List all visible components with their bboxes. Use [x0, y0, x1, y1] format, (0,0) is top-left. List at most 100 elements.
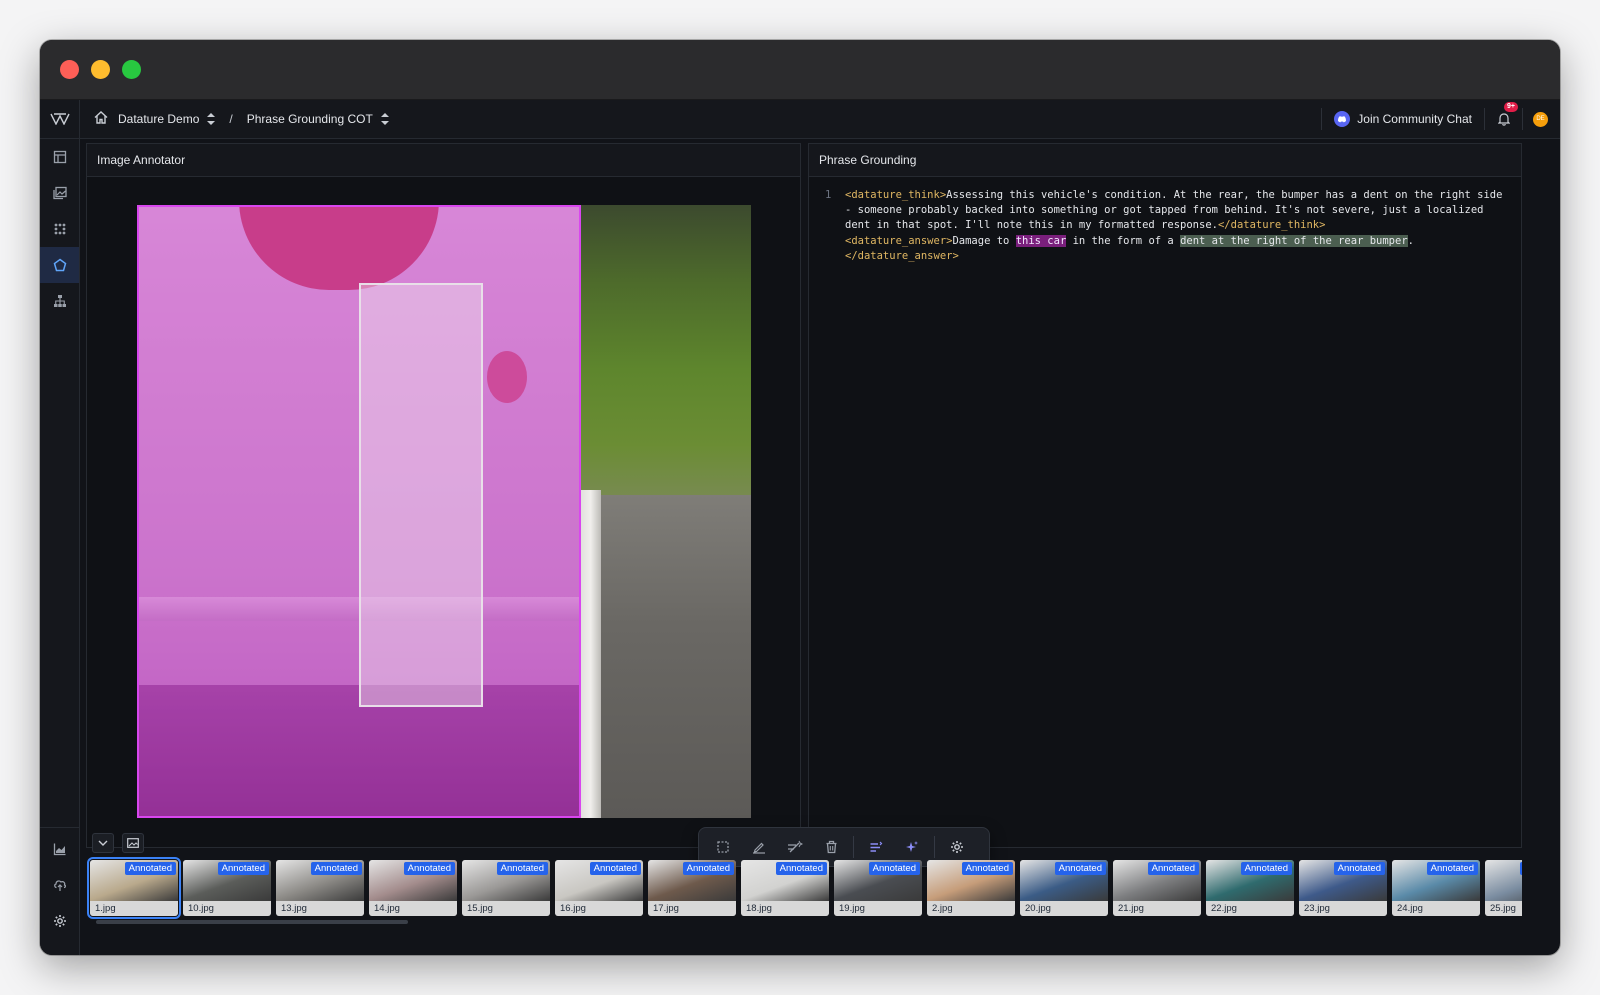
project-selector[interactable]: Datature Demo: [118, 112, 216, 126]
cloud-upload-icon: [53, 880, 66, 891]
chevron-down-icon: [98, 840, 108, 846]
sidebar: [40, 139, 80, 955]
thumbnail-image: [1485, 860, 1522, 901]
notification-count-badge: 9+: [1504, 102, 1518, 112]
notifications-button[interactable]: 9+: [1485, 102, 1523, 130]
toolbar-divider: [934, 836, 935, 858]
annotated-badge: Annotated: [403, 862, 455, 875]
sidebar-item-tags[interactable]: [40, 211, 79, 247]
sparkle-icon: [906, 841, 918, 852]
collapse-filmstrip-button[interactable]: [92, 833, 114, 853]
image-filmstrip: Annotated 1.jpg Annotated 10.jpg Annotated 13…: [86, 857, 1522, 925]
thumbnail-item[interactable]: Annotated 10.jpg: [183, 860, 271, 916]
thumbnail-filename: 20.jpg: [1020, 901, 1108, 916]
annotated-badge: Annotated: [1240, 862, 1292, 875]
maximize-window-button[interactable]: [122, 60, 141, 79]
thumbnail-item[interactable]: Annotated 20.jpg: [1020, 860, 1108, 916]
annotated-badge: Annotated: [1333, 862, 1385, 875]
thumbnail-filename: 23.jpg: [1299, 901, 1387, 916]
annotated-badge: Annotated: [589, 862, 641, 875]
datature-logo-icon[interactable]: [40, 99, 80, 139]
grounded-phrase-dent[interactable]: dent at the right of the rear bumper: [1180, 234, 1408, 247]
filmstrip-scrollbar[interactable]: [90, 920, 1520, 924]
layout-icon: [53, 150, 66, 164]
thumbnail-item[interactable]: Annotated 1.jpg: [87, 857, 181, 919]
sidebar-item-overview[interactable]: [40, 139, 79, 175]
thumbnail-item[interactable]: Annotated 23.jpg: [1299, 860, 1387, 916]
thumbnail-item[interactable]: Annotated 15.jpg: [462, 860, 550, 916]
brush-icon: [753, 842, 765, 854]
annotation-canvas[interactable]: [137, 205, 751, 818]
thumbnail-item[interactable]: Annotated 14.jpg: [369, 860, 457, 916]
workflow-name: Phrase Grounding COT: [246, 112, 373, 126]
workflow-selector[interactable]: Phrase Grounding COT: [247, 112, 389, 126]
thumbnail-item[interactable]: Annotated 13.jpg: [276, 860, 364, 916]
answer-text-pre: Damage to: [952, 234, 1016, 247]
thumbnail-item[interactable]: Annotated 17.jpg: [648, 860, 736, 916]
annotated-badge: Annotated: [1147, 862, 1199, 875]
thumbnail-filename: 24.jpg: [1392, 901, 1480, 916]
close-window-button[interactable]: [60, 60, 79, 79]
image-annotator-title: Image Annotator: [87, 144, 800, 177]
thumbnail-filename: 15.jpg: [462, 901, 550, 916]
grounded-phrase-car[interactable]: this car: [1015, 234, 1067, 247]
background-grass: [581, 205, 751, 505]
sidebar-divider: [40, 827, 79, 828]
toolbar-divider: [853, 836, 854, 858]
annotated-badge: Annotated: [1426, 862, 1478, 875]
annotated-badge: Annotated: [682, 862, 734, 875]
home-icon[interactable]: [94, 111, 108, 127]
polygon-icon: [53, 258, 66, 272]
thumbnail-filename: 13.jpg: [276, 901, 364, 916]
thumbnail-filename: 22.jpg: [1206, 901, 1294, 916]
annotated-badge: Annotated: [217, 862, 269, 875]
annotated-badge: Annotated: [1054, 862, 1106, 875]
thumbnail-filename: 19.jpg: [834, 901, 922, 916]
avatar[interactable]: DE: [1533, 111, 1548, 127]
annotated-badge: Annotated: [1519, 862, 1522, 875]
phrase-grounding-panel: Phrase Grounding 1 <datature_think>Asses…: [808, 143, 1522, 848]
sidebar-item-settings[interactable]: [40, 903, 79, 939]
hierarchy-icon: [53, 295, 66, 307]
thumbnail-filename: 17.jpg: [648, 901, 736, 916]
think-open-tag: <datature_think>: [845, 189, 947, 201]
trash-icon: [826, 840, 836, 854]
thumbnail-item[interactable]: Annotated 2.jpg: [927, 860, 1015, 916]
images-icon: [52, 186, 67, 200]
image-annotator-panel: Image Annotator: [86, 143, 801, 848]
annotated-badge: Annotated: [124, 862, 176, 875]
thumbnail-item[interactable]: Annotated 18.jpg: [741, 860, 829, 916]
sidebar-item-workflow[interactable]: [40, 283, 79, 319]
sidebar-item-analytics[interactable]: [40, 831, 79, 867]
thumbnail-filename: 25.jpg: [1485, 901, 1522, 916]
image-view-button[interactable]: [122, 833, 144, 853]
image-icon: [127, 838, 139, 848]
thumbnail-item[interactable]: Annotated 19.jpg: [834, 860, 922, 916]
thumbnail-item[interactable]: Annotated 16.jpg: [555, 860, 643, 916]
thumbnail-item[interactable]: Annotated 24.jpg: [1392, 860, 1480, 916]
filmstrip-scroll-thumb[interactable]: [96, 920, 408, 924]
thumbnail-item[interactable]: Annotated 21.jpg: [1113, 860, 1201, 916]
answer-close-tag: </datature_answer>: [845, 249, 959, 262]
breadcrumb-separator: /: [229, 112, 233, 126]
project-name: Datature Demo: [118, 112, 200, 126]
minimize-window-button[interactable]: [91, 60, 110, 79]
thumbnail-filename: 1.jpg: [90, 901, 178, 916]
dent-bounding-box[interactable]: [359, 283, 483, 707]
title-bar: [40, 40, 1560, 100]
thumbnail-item[interactable]: Annotated 22.jpg: [1206, 860, 1294, 916]
grounding-text-editor[interactable]: 1 <datature_think>Assessing this vehicle…: [819, 188, 1509, 264]
join-community-chat-button[interactable]: Join Community Chat: [1321, 108, 1485, 130]
breadcrumb: Datature Demo / Phrase Grounding COT: [94, 111, 389, 127]
annotated-badge: Annotated: [496, 862, 548, 875]
sidebar-item-annotator[interactable]: [40, 247, 79, 283]
discord-icon: [1334, 111, 1351, 127]
sidebar-item-images[interactable]: [40, 175, 79, 211]
chart-icon: [53, 843, 65, 856]
sidebar-item-deploy[interactable]: [40, 867, 79, 903]
thumbnail-filename: 18.jpg: [741, 901, 829, 916]
top-bar: Datature Demo / Phrase Grounding COT Joi…: [40, 99, 1560, 139]
line-number: 1: [825, 189, 832, 201]
thumbnail-item[interactable]: Annotated 25.jpg: [1485, 860, 1522, 916]
sort-updown-icon: [380, 113, 389, 125]
